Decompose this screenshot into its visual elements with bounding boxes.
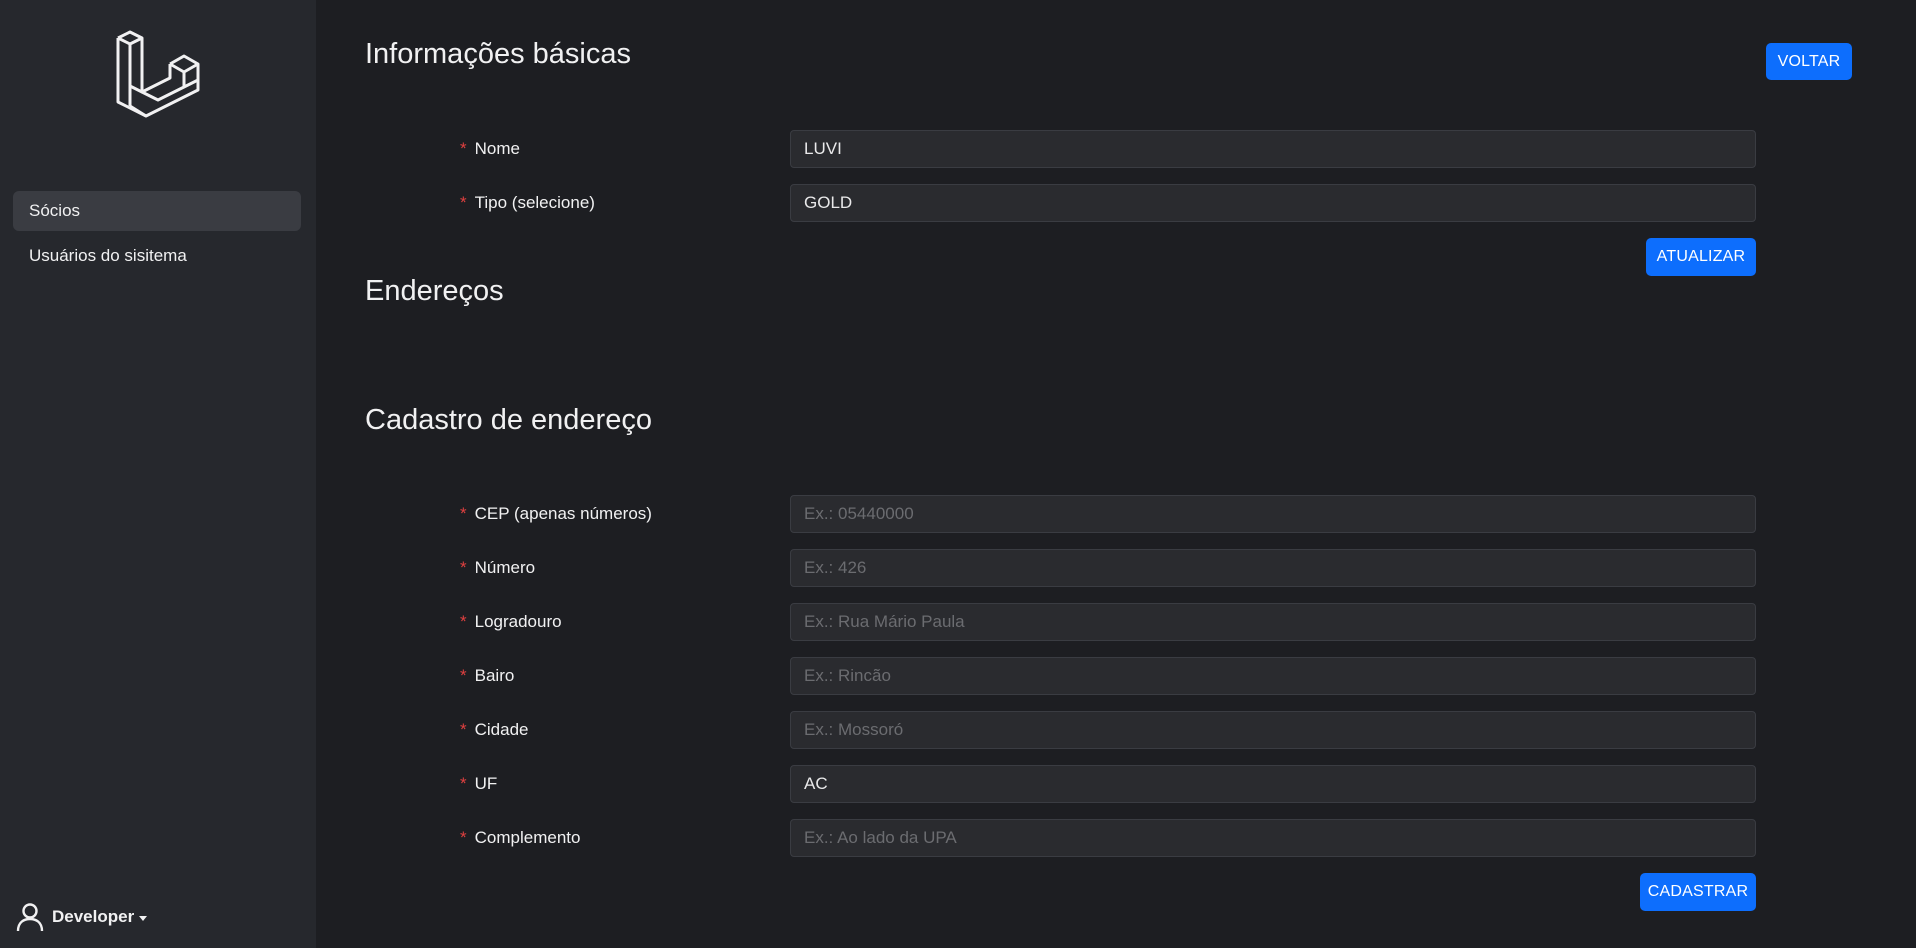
nome-input[interactable] [790, 130, 1756, 168]
required-marker: * [460, 828, 467, 847]
bairro-input[interactable] [790, 657, 1756, 695]
back-button[interactable]: VOLTAR [1766, 43, 1852, 80]
user-icon [16, 903, 44, 932]
laravel-logo-icon[interactable] [112, 30, 200, 118]
update-button[interactable]: ATUALIZAR [1646, 238, 1756, 276]
sidebar: Sócios Usuários do sisitema Developer [0, 0, 316, 948]
logradouro-label: * Logradouro [460, 612, 562, 631]
tipo-label: * Tipo (selecione) [460, 193, 595, 212]
required-marker: * [460, 139, 467, 158]
chevron-down-icon [139, 915, 148, 921]
tipo-select[interactable] [790, 184, 1756, 222]
address-form-title: Cadastro de endereço [365, 404, 652, 436]
uf-label: * UF [460, 774, 498, 793]
sidebar-item-socios[interactable]: Sócios [13, 191, 301, 231]
required-marker: * [460, 774, 467, 793]
sidebar-item-label: Sócios [29, 201, 81, 220]
numero-label: * Número [460, 558, 536, 577]
sidebar-item-usuarios[interactable]: Usuários do sisitema [13, 236, 301, 276]
required-marker: * [460, 666, 467, 685]
required-marker: * [460, 193, 467, 212]
page-title: Informações básicas [365, 38, 631, 70]
required-marker: * [460, 558, 467, 577]
user-menu[interactable]: Developer [16, 900, 148, 934]
sidebar-item-label: Usuários do sisitema [29, 246, 187, 265]
cep-label: * CEP (apenas números) [460, 504, 652, 523]
cep-input[interactable] [790, 495, 1756, 533]
cidade-label: * Cidade [460, 720, 529, 739]
user-name: Developer [52, 907, 135, 926]
required-marker: * [460, 720, 467, 739]
bairro-label: * Bairo [460, 666, 515, 685]
logradouro-input[interactable] [790, 603, 1756, 641]
numero-input[interactable] [790, 549, 1756, 587]
app: Sócios Usuários do sisitema Developer In… [0, 0, 1916, 948]
complemento-label: * Complemento [460, 828, 581, 847]
submit-address-button[interactable]: CADASTRAR [1640, 873, 1756, 911]
required-marker: * [460, 504, 467, 523]
cidade-input[interactable] [790, 711, 1756, 749]
addresses-title: Endereços [365, 275, 504, 307]
complemento-input[interactable] [790, 819, 1756, 857]
nome-label: * Nome [460, 139, 520, 158]
uf-select[interactable] [790, 765, 1756, 803]
required-marker: * [460, 612, 467, 631]
